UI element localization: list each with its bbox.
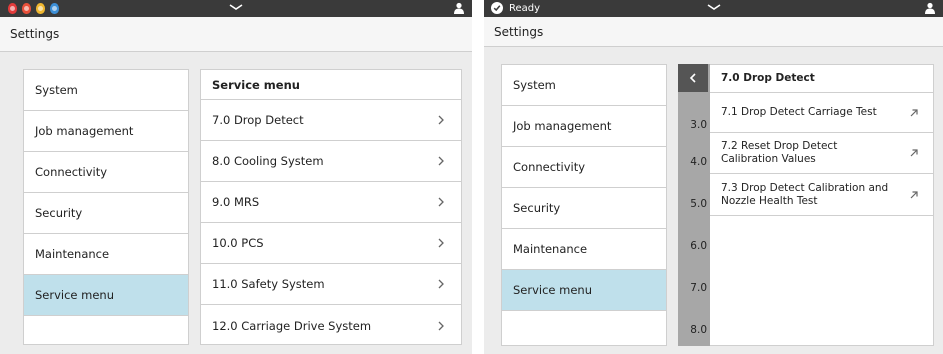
- sidebar-item-maintenance[interactable]: Maintenance: [502, 229, 666, 270]
- sidebar-item-label: Job management: [513, 119, 612, 133]
- page-title: Settings: [484, 17, 943, 47]
- menu-item-cooling-system[interactable]: 8.0 Cooling System: [201, 141, 461, 182]
- strip-label[interactable]: 8.0: [690, 324, 707, 336]
- submenu-item-carriage-test[interactable]: 7.1 Drop Detect Carriage Test: [710, 93, 933, 133]
- chevron-right-icon: [438, 115, 444, 125]
- right-screen: Ready Settings System Job management Con…: [484, 0, 943, 354]
- drop-detect-panel: 7.0 Drop Detect 7.1 Drop Detect Carriage…: [710, 64, 934, 346]
- page-title: Settings: [0, 17, 472, 52]
- strip-label[interactable]: 3.0: [690, 119, 707, 131]
- panel-header: 7.0 Drop Detect: [710, 65, 933, 93]
- sidebar-item-label: Service menu: [35, 288, 115, 302]
- sidebar-item-connectivity[interactable]: Connectivity: [502, 147, 666, 188]
- sidebar-item-job-management[interactable]: Job management: [24, 111, 188, 152]
- sidebar-item-label: Job management: [35, 124, 134, 138]
- menu-item-drop-detect[interactable]: 7.0 Drop Detect: [201, 100, 461, 141]
- ink-drop-icon: [50, 3, 59, 14]
- status-text: Ready: [509, 2, 541, 14]
- external-arrow-icon: [910, 108, 918, 116]
- sidebar-item-label: Service menu: [513, 283, 593, 297]
- strip-label[interactable]: 6.0: [690, 240, 707, 252]
- chevron-right-icon: [438, 156, 444, 166]
- ink-status-icons[interactable]: [8, 3, 59, 14]
- sidebar-item-security[interactable]: Security: [502, 188, 666, 229]
- back-button[interactable]: [678, 64, 708, 92]
- external-arrow-icon: [910, 149, 918, 157]
- sidebar-item-job-management[interactable]: Job management: [502, 106, 666, 147]
- menu-item-label: 11.0 Safety System: [212, 277, 325, 291]
- menu-item-label: 9.0 MRS: [212, 195, 260, 209]
- user-icon[interactable]: [453, 2, 465, 14]
- chevron-right-icon: [438, 279, 444, 289]
- sidebar-item-label: System: [513, 78, 556, 92]
- strip-label[interactable]: 5.0: [690, 198, 707, 210]
- sidebar-item-label: Maintenance: [513, 242, 588, 256]
- sidebar-item-service-menu[interactable]: Service menu: [502, 270, 666, 311]
- service-menu-panel: Service menu 7.0 Drop Detect 8.0 Cooling…: [200, 69, 462, 345]
- chevron-right-icon: [438, 321, 444, 330]
- menu-item-safety-system[interactable]: 11.0 Safety System: [201, 264, 461, 305]
- menu-item-label: 12.0 Carriage Drive System: [212, 318, 372, 333]
- chevron-left-icon: [689, 73, 696, 83]
- strip-label[interactable]: 4.0: [690, 156, 707, 168]
- external-arrow-icon: [910, 190, 918, 198]
- chevron-down-icon[interactable]: [706, 2, 722, 12]
- left-screen: Settings System Job management Connectiv…: [0, 0, 472, 354]
- submenu-item-label: 7.3 Drop Detect Calibration and Nozzle H…: [721, 181, 889, 207]
- sidebar-item-security[interactable]: Security: [24, 193, 188, 234]
- sidebar-item-service-menu[interactable]: Service menu: [24, 275, 188, 316]
- submenu-item-label: 7.2 Reset Drop Detect Calibration Values: [721, 140, 838, 165]
- menu-item-label: 10.0 PCS: [212, 236, 264, 250]
- collapsed-service-menu[interactable]: 3.0 4.0 5.0 6.0 7.0 8.0: [678, 64, 710, 346]
- chevron-right-icon: [438, 197, 444, 207]
- sidebar-item-maintenance[interactable]: Maintenance: [24, 234, 188, 275]
- menu-item-mrs[interactable]: 9.0 MRS: [201, 182, 461, 223]
- sidebar-item-label: Maintenance: [35, 247, 110, 261]
- panel-header: Service menu: [201, 70, 461, 100]
- check-icon: [491, 2, 503, 14]
- sidebar-item-system[interactable]: System: [24, 70, 188, 111]
- settings-sidebar: System Job management Connectivity Secur…: [23, 69, 189, 345]
- sidebar-item-label: Security: [35, 206, 83, 220]
- menu-item-carriage-drive-system[interactable]: 12.0 Carriage Drive System: [201, 305, 461, 346]
- menu-item-pcs[interactable]: 10.0 PCS: [201, 223, 461, 264]
- submenu-item-reset-calibration[interactable]: 7.2 Reset Drop Detect Calibration Values: [710, 133, 933, 174]
- ink-drop-icon: [22, 3, 31, 14]
- sidebar-item-connectivity[interactable]: Connectivity: [24, 152, 188, 193]
- menu-item-label: 7.0 Drop Detect: [212, 113, 304, 127]
- status-bar: Ready: [484, 0, 943, 17]
- sidebar-item-system[interactable]: System: [502, 65, 666, 106]
- sidebar-item-label: System: [35, 83, 78, 97]
- menu-item-label: 8.0 Cooling System: [212, 154, 324, 168]
- submenu-item-calibration-nozzle-test[interactable]: 7.3 Drop Detect Calibration and Nozzle H…: [710, 174, 933, 216]
- submenu-item-label: 7.1 Drop Detect Carriage Test: [721, 106, 877, 118]
- ink-drop-icon: [8, 3, 17, 14]
- ink-drop-icon: [36, 3, 45, 14]
- chevron-right-icon: [438, 238, 444, 248]
- chevron-down-icon[interactable]: [228, 2, 244, 12]
- sidebar-item-label: Connectivity: [513, 160, 586, 174]
- strip-label[interactable]: 7.0: [690, 282, 707, 294]
- user-icon[interactable]: [924, 2, 936, 14]
- printer-status[interactable]: Ready: [491, 2, 540, 14]
- sidebar-item-label: Connectivity: [35, 165, 108, 179]
- status-bar: [0, 0, 472, 17]
- settings-sidebar: System Job management Connectivity Secur…: [501, 64, 667, 346]
- sidebar-item-label: Security: [513, 201, 561, 215]
